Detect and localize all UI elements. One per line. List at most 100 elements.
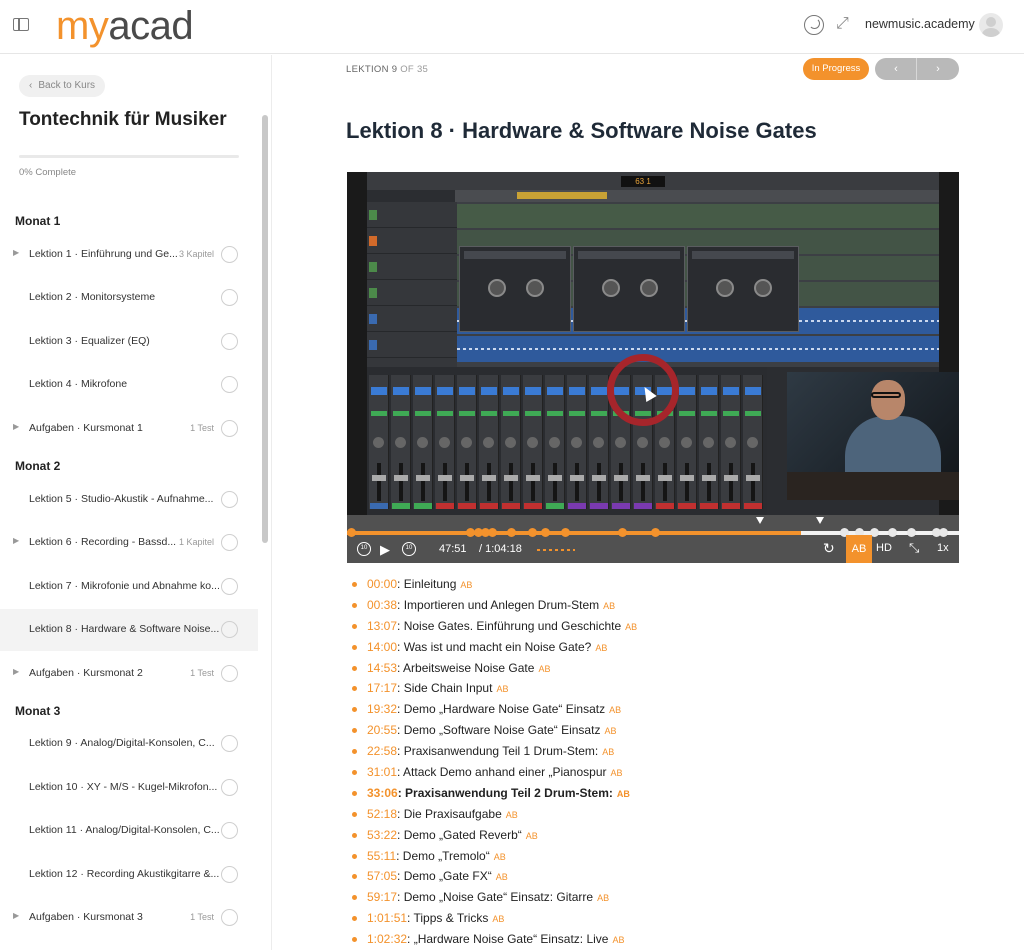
sidebar-item-lesson-5[interactable]: Lektion 5 · Studio-Akustik - Aufnahme... (0, 479, 258, 521)
back-to-course-button[interactable]: ‹ Back to Kurs (19, 75, 106, 97)
skip-forward-icon[interactable]: 10 (402, 542, 416, 556)
sidebar-item-lesson-7[interactable]: Lektion 7 · Mikrofonie und Abnahme ko... (0, 566, 258, 608)
caret-right-icon[interactable]: ▶ (13, 911, 19, 920)
ab-link[interactable]: AB (460, 580, 472, 590)
chapter-timestamp-link[interactable]: 31:01 (367, 765, 397, 779)
sidebar-item-lesson-9[interactable]: Lektion 9 · Analog/Digital-Konsolen, C..… (0, 723, 258, 765)
avatar[interactable] (979, 13, 1003, 37)
ab-marker-a-icon[interactable] (756, 517, 764, 524)
ab-link[interactable]: AB (625, 622, 637, 632)
sidebar-item-lesson-12[interactable]: Lektion 12 · Recording Akustikgitarre &.… (0, 854, 258, 896)
sidebar-item-lesson-4[interactable]: Lektion 4 · Mikrofone (0, 364, 258, 406)
caret-right-icon[interactable]: ▶ (13, 248, 19, 257)
ab-link[interactable]: AB (595, 643, 607, 653)
chapter-timestamp-link[interactable]: 53:22 (367, 828, 397, 842)
completion-circle-icon[interactable] (221, 621, 238, 638)
ab-link[interactable]: AB (604, 726, 616, 736)
completion-circle-icon[interactable] (221, 866, 238, 883)
sidebar-toggle-icon[interactable] (13, 18, 29, 31)
chapter-timestamp-link[interactable]: 20:55 (367, 723, 397, 737)
chapter-timestamp-link[interactable]: 14:53 (367, 661, 397, 675)
logo[interactable]: myacad (56, 4, 194, 48)
next-lesson-button[interactable]: › (917, 58, 959, 80)
chapter-marker[interactable] (888, 528, 897, 537)
completion-circle-icon[interactable] (221, 333, 238, 350)
ab-link[interactable]: AB (603, 601, 615, 611)
chapter-marker[interactable] (651, 528, 660, 537)
completion-circle-icon[interactable] (221, 909, 238, 926)
ab-link[interactable]: AB (597, 893, 609, 903)
loop-icon[interactable]: ↻ (823, 540, 835, 557)
chapter-marker[interactable] (561, 528, 570, 537)
play-icon[interactable]: ▶ (380, 542, 390, 558)
chapter-marker[interactable] (347, 528, 356, 537)
skip-back-icon[interactable]: 10 (357, 542, 371, 556)
account-menu[interactable]: newmusic.academy⌄ (865, 17, 987, 31)
ab-link[interactable]: AB (496, 684, 508, 694)
ab-link[interactable]: AB (506, 810, 518, 820)
sidebar-item-lesson-3[interactable]: Lektion 3 · Equalizer (EQ) (0, 321, 258, 363)
sidebar-scrollbar[interactable] (262, 115, 268, 543)
chapter-marker[interactable] (528, 528, 537, 537)
video-player[interactable]: 63 1 10 ▶ 10 47:51 / 1:04:18 ↻ AB HD ⤡ 1… (347, 172, 959, 563)
completion-circle-icon[interactable] (221, 491, 238, 508)
completion-circle-icon[interactable] (221, 534, 238, 551)
completion-circle-icon[interactable] (221, 779, 238, 796)
ab-link[interactable]: AB (611, 768, 623, 778)
fullscreen-icon[interactable]: ⤢ (836, 16, 852, 32)
chapter-timestamp-link[interactable]: 1:01:51 (367, 911, 407, 925)
caret-right-icon[interactable]: ▶ (13, 422, 19, 431)
chapter-marker[interactable] (907, 528, 916, 537)
previous-lesson-button[interactable]: ‹ (875, 58, 917, 80)
chapter-timestamp-link[interactable]: 00:38 (367, 598, 397, 612)
ab-link[interactable]: AB (526, 831, 538, 841)
sidebar-item-tasks-month-1[interactable]: ▶ Aufgaben · Kursmonat 1 1 Test (0, 408, 258, 450)
completion-circle-icon[interactable] (221, 822, 238, 839)
ab-link[interactable]: AB (492, 914, 504, 924)
ab-link[interactable]: AB (612, 935, 624, 945)
sidebar-item-lesson-8[interactable]: Lektion 8 · Hardware & Software Noise... (0, 609, 258, 651)
chapter-timestamp-link[interactable]: 00:00 (367, 577, 397, 591)
chapter-marker[interactable] (541, 528, 550, 537)
playback-speed-button[interactable]: 1x (937, 542, 949, 554)
fullscreen-icon[interactable]: ⤡ (909, 540, 919, 556)
chapter-timestamp-link[interactable]: 13:07 (367, 619, 397, 633)
completion-circle-icon[interactable] (221, 420, 238, 437)
ab-link[interactable]: AB (494, 852, 506, 862)
sidebar-item-lesson-2[interactable]: Lektion 2 · Monitorsysteme (0, 277, 258, 319)
status-button[interactable]: In Progress (803, 58, 869, 80)
sidebar-item-tasks-month-3[interactable]: ▶ Aufgaben · Kursmonat 3 1 Test (0, 897, 258, 939)
chapter-timestamp-link[interactable]: 33:06 (367, 786, 398, 800)
sidebar-item-lesson-6[interactable]: ▶ Lektion 6 · Recording - Bassd... 1 Kap… (0, 522, 258, 564)
chapter-marker[interactable] (618, 528, 627, 537)
chapter-timestamp-link[interactable]: 59:17 (367, 890, 397, 904)
chapter-timestamp-link[interactable]: 57:05 (367, 869, 397, 883)
ab-link[interactable]: AB (602, 747, 614, 757)
completion-circle-icon[interactable] (221, 665, 238, 682)
hd-button[interactable]: HD (876, 542, 892, 554)
chapter-marker[interactable] (488, 528, 497, 537)
completion-circle-icon[interactable] (221, 735, 238, 752)
sidebar-item-tasks-month-2[interactable]: ▶ Aufgaben · Kursmonat 2 1 Test (0, 653, 258, 695)
sidebar-item-lesson-1[interactable]: ▶ Lektion 1 · Einführung und Ge... 3 Kap… (0, 234, 258, 276)
caret-right-icon[interactable]: ▶ (13, 536, 19, 545)
caret-right-icon[interactable]: ▶ (13, 667, 19, 676)
ab-link[interactable]: AB (496, 872, 508, 882)
ab-link[interactable]: AB (538, 664, 550, 674)
ab-marker-b-icon[interactable] (816, 517, 824, 524)
chapter-timestamp-link[interactable]: 17:17 (367, 681, 397, 695)
dark-mode-icon[interactable] (804, 15, 824, 35)
sidebar-item-lesson-10[interactable]: Lektion 10 · XY - M/S - Kugel-Mikrofon..… (0, 767, 258, 809)
ab-link[interactable]: AB (609, 705, 621, 715)
completion-circle-icon[interactable] (221, 246, 238, 263)
completion-circle-icon[interactable] (221, 578, 238, 595)
chapter-timestamp-link[interactable]: 55:11 (367, 849, 396, 863)
sidebar-item-lesson-11[interactable]: Lektion 11 · Analog/Digital-Konsolen, C.… (0, 810, 258, 852)
ab-loop-button[interactable]: AB (846, 535, 872, 563)
chapter-timestamp-link[interactable]: 14:00 (367, 640, 397, 654)
chapter-timestamp-link[interactable]: 1:02:32 (367, 932, 407, 946)
chapter-timestamp-link[interactable]: 19:32 (367, 702, 397, 716)
chapter-marker[interactable] (939, 528, 948, 537)
completion-circle-icon[interactable] (221, 289, 238, 306)
chapter-timestamp-link[interactable]: 22:58 (367, 744, 397, 758)
